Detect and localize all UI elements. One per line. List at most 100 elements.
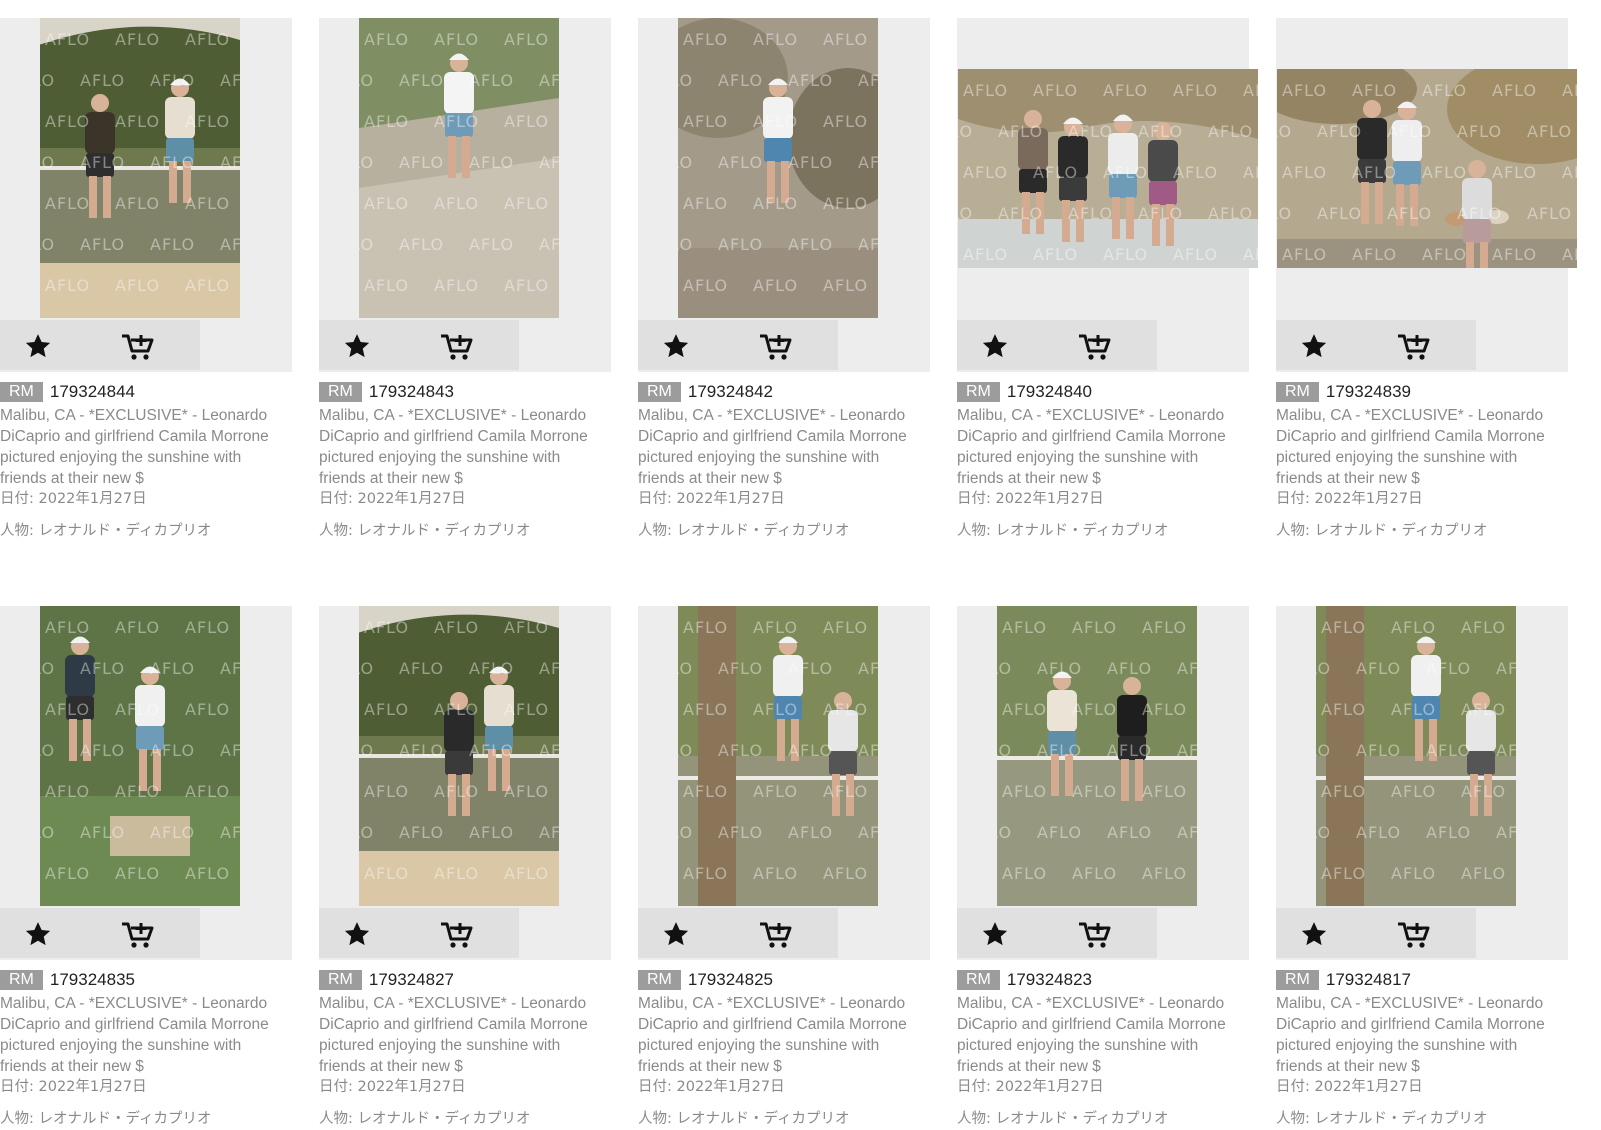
- image-meta: RM 179324844 Malibu, CA - *EXCLUSIVE* - …: [0, 380, 292, 542]
- favorite-button[interactable]: [1292, 324, 1336, 368]
- photo-thumbnail[interactable]: AFLOAFLOAFLOAFLOAFLOAFLOAFLOAFLOAFLOAFLO…: [1277, 69, 1577, 268]
- star-icon: [342, 331, 372, 361]
- thumbnail-frame: AFLOAFLOAFLOAFLOAFLOAFLOAFLOAFLOAFLOAFLO…: [1276, 606, 1568, 960]
- image-meta: RM 179324842 Malibu, CA - *EXCLUSIVE* - …: [638, 380, 930, 542]
- thumbnail-frame: AFLOAFLOAFLOAFLOAFLOAFLOAFLOAFLOAFLOAFLO…: [0, 606, 292, 960]
- image-person[interactable]: 人物: レオナルド・ディカプリオ: [319, 521, 611, 542]
- add-to-cart-button[interactable]: [1073, 912, 1117, 956]
- add-to-cart-button[interactable]: [1392, 324, 1436, 368]
- image-id[interactable]: 179324839: [1326, 382, 1411, 402]
- image-id[interactable]: 179324844: [50, 382, 135, 402]
- star-icon: [980, 919, 1010, 949]
- favorite-button[interactable]: [16, 324, 60, 368]
- image-id[interactable]: 179324817: [1326, 970, 1411, 990]
- caption-text: Malibu, CA - *EXCLUSIVE* - Leonardo DiCa…: [0, 995, 269, 1075]
- image-person[interactable]: 人物: レオナルド・ディカプリオ: [638, 1109, 930, 1130]
- add-to-cart-button[interactable]: [1073, 324, 1117, 368]
- photo-thumbnail[interactable]: AFLOAFLOAFLOAFLOAFLOAFLOAFLOAFLOAFLOAFLO…: [1316, 606, 1516, 906]
- image-person[interactable]: 人物: レオナルド・ディカプリオ: [1276, 1109, 1568, 1130]
- image-date: 日付: 2022年1月27日: [319, 1079, 466, 1095]
- image-person[interactable]: 人物: レオナルド・ディカプリオ: [638, 521, 930, 542]
- image-id-row: RM 179324840: [957, 380, 1249, 404]
- image-id[interactable]: 179324825: [688, 970, 773, 990]
- add-to-cart-button[interactable]: [435, 912, 479, 956]
- image-id[interactable]: 179324827: [369, 970, 454, 990]
- image-results-grid: AFLOAFLOAFLOAFLOAFLOAFLOAFLOAFLOAFLOAFLO…: [0, 0, 1601, 1127]
- thumbnail-action-bar: [0, 908, 200, 958]
- image-caption: Malibu, CA - *EXCLUSIVE* - Leonardo DiCa…: [1276, 993, 1568, 1077]
- thumbnail-frame: AFLOAFLOAFLOAFLOAFLOAFLOAFLOAFLOAFLOAFLO…: [638, 18, 930, 372]
- image-meta: RM 179324827 Malibu, CA - *EXCLUSIVE* - …: [319, 968, 611, 1130]
- thumbnail-action-bar: [1276, 320, 1476, 370]
- star-icon: [23, 919, 53, 949]
- add-to-cart-button[interactable]: [435, 324, 479, 368]
- image-person[interactable]: 人物: レオナルド・ディカプリオ: [0, 521, 292, 542]
- cart-add-icon: [1396, 331, 1432, 361]
- image-caption: Malibu, CA - *EXCLUSIVE* - Leonardo DiCa…: [957, 993, 1249, 1077]
- favorite-button[interactable]: [654, 324, 698, 368]
- caption-text: Malibu, CA - *EXCLUSIVE* - Leonardo DiCa…: [957, 995, 1226, 1075]
- caption-text: Malibu, CA - *EXCLUSIVE* - Leonardo DiCa…: [638, 407, 907, 487]
- add-to-cart-button[interactable]: [754, 324, 798, 368]
- image-meta: RM 179324839 Malibu, CA - *EXCLUSIVE* - …: [1276, 380, 1568, 542]
- image-date: 日付: 2022年1月27日: [0, 1079, 147, 1095]
- star-icon: [342, 919, 372, 949]
- photo-thumbnail[interactable]: AFLOAFLOAFLOAFLOAFLOAFLOAFLOAFLOAFLOAFLO…: [359, 18, 559, 318]
- image-meta: RM 179324823 Malibu, CA - *EXCLUSIVE* - …: [957, 968, 1249, 1130]
- image-caption: Malibu, CA - *EXCLUSIVE* - Leonardo DiCa…: [0, 993, 292, 1077]
- license-badge: RM: [319, 382, 362, 402]
- star-icon: [661, 919, 691, 949]
- image-id[interactable]: 179324842: [688, 382, 773, 402]
- photo-thumbnail[interactable]: AFLOAFLOAFLOAFLOAFLOAFLOAFLOAFLOAFLOAFLO…: [678, 18, 878, 318]
- image-id-row: RM 179324844: [0, 380, 292, 404]
- image-caption: Malibu, CA - *EXCLUSIVE* - Leonardo DiCa…: [1276, 405, 1568, 489]
- image-id[interactable]: 179324840: [1007, 382, 1092, 402]
- caption-text: Malibu, CA - *EXCLUSIVE* - Leonardo DiCa…: [1276, 407, 1545, 487]
- star-icon: [1299, 331, 1329, 361]
- thumbnail-action-bar: [957, 320, 1157, 370]
- thumbnail-frame: AFLOAFLOAFLOAFLOAFLOAFLOAFLOAFLOAFLOAFLO…: [1276, 18, 1577, 372]
- image-person[interactable]: 人物: レオナルド・ディカプリオ: [957, 1109, 1249, 1130]
- star-icon: [661, 331, 691, 361]
- image-id-row: RM 179324825: [638, 968, 930, 992]
- favorite-button[interactable]: [973, 912, 1017, 956]
- thumbnail-action-bar: [638, 320, 838, 370]
- favorite-button[interactable]: [335, 324, 379, 368]
- image-caption: Malibu, CA - *EXCLUSIVE* - Leonardo DiCa…: [319, 993, 611, 1077]
- image-meta: RM 179324840 Malibu, CA - *EXCLUSIVE* - …: [957, 380, 1249, 542]
- image-id[interactable]: 179324835: [50, 970, 135, 990]
- caption-text: Malibu, CA - *EXCLUSIVE* - Leonardo DiCa…: [319, 407, 588, 487]
- image-person[interactable]: 人物: レオナルド・ディカプリオ: [0, 1109, 292, 1130]
- image-id[interactable]: 179324823: [1007, 970, 1092, 990]
- favorite-button[interactable]: [654, 912, 698, 956]
- image-id[interactable]: 179324843: [369, 382, 454, 402]
- photo-thumbnail[interactable]: AFLOAFLOAFLOAFLOAFLOAFLOAFLOAFLOAFLOAFLO…: [678, 606, 878, 906]
- add-to-cart-button[interactable]: [116, 912, 160, 956]
- image-id-row: RM 179324835: [0, 968, 292, 992]
- add-to-cart-button[interactable]: [754, 912, 798, 956]
- favorite-button[interactable]: [16, 912, 60, 956]
- add-to-cart-button[interactable]: [116, 324, 160, 368]
- thumbnail-action-bar: [319, 320, 519, 370]
- favorite-button[interactable]: [1292, 912, 1336, 956]
- image-person[interactable]: 人物: レオナルド・ディカプリオ: [957, 521, 1249, 542]
- photo-thumbnail[interactable]: AFLOAFLOAFLOAFLOAFLOAFLOAFLOAFLOAFLOAFLO…: [997, 606, 1197, 906]
- photo-thumbnail[interactable]: AFLOAFLOAFLOAFLOAFLOAFLOAFLOAFLOAFLOAFLO…: [359, 606, 559, 906]
- image-meta: RM 179324817 Malibu, CA - *EXCLUSIVE* - …: [1276, 968, 1568, 1130]
- image-id-row: RM 179324842: [638, 380, 930, 404]
- image-person[interactable]: 人物: レオナルド・ディカプリオ: [1276, 521, 1568, 542]
- add-to-cart-button[interactable]: [1392, 912, 1436, 956]
- photo-thumbnail[interactable]: AFLOAFLOAFLOAFLOAFLOAFLOAFLOAFLOAFLOAFLO…: [40, 18, 240, 318]
- thumbnail-action-bar: [957, 908, 1157, 958]
- photo-thumbnail[interactable]: AFLOAFLOAFLOAFLOAFLOAFLOAFLOAFLOAFLOAFLO…: [958, 69, 1258, 268]
- photo-thumbnail[interactable]: AFLOAFLOAFLOAFLOAFLOAFLOAFLOAFLOAFLOAFLO…: [40, 606, 240, 906]
- cart-add-icon: [1077, 919, 1113, 949]
- image-meta: RM 179324843 Malibu, CA - *EXCLUSIVE* - …: [319, 380, 611, 542]
- image-person[interactable]: 人物: レオナルド・ディカプリオ: [319, 1109, 611, 1130]
- thumbnail-frame: AFLOAFLOAFLOAFLOAFLOAFLOAFLOAFLOAFLOAFLO…: [638, 606, 930, 960]
- favorite-button[interactable]: [335, 912, 379, 956]
- image-meta: RM 179324825 Malibu, CA - *EXCLUSIVE* - …: [638, 968, 930, 1130]
- image-date: 日付: 2022年1月27日: [319, 491, 466, 507]
- license-badge: RM: [638, 382, 681, 402]
- favorite-button[interactable]: [973, 324, 1017, 368]
